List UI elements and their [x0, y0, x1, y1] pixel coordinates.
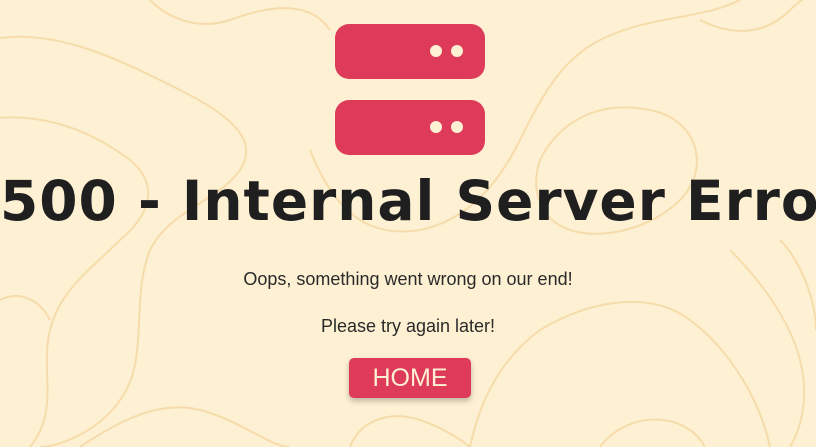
error-page: 500 - Internal Server Error Oops, someth…: [0, 0, 816, 447]
error-title: 500 - Internal Server Error: [0, 169, 816, 233]
server-rack-unit-bottom: [335, 100, 485, 155]
retry-message: Please try again later!: [320, 316, 496, 336]
server-led-dot: [430, 121, 442, 133]
server-led-dot: [451, 45, 463, 57]
server-rack-unit-top: [335, 24, 485, 79]
server-icon: [335, 24, 485, 155]
server-led-dot: [430, 45, 442, 57]
home-button[interactable]: HOME: [349, 358, 471, 398]
server-led-dot: [451, 121, 463, 133]
error-message: Oops, something went wrong on our end!: [243, 269, 573, 289]
